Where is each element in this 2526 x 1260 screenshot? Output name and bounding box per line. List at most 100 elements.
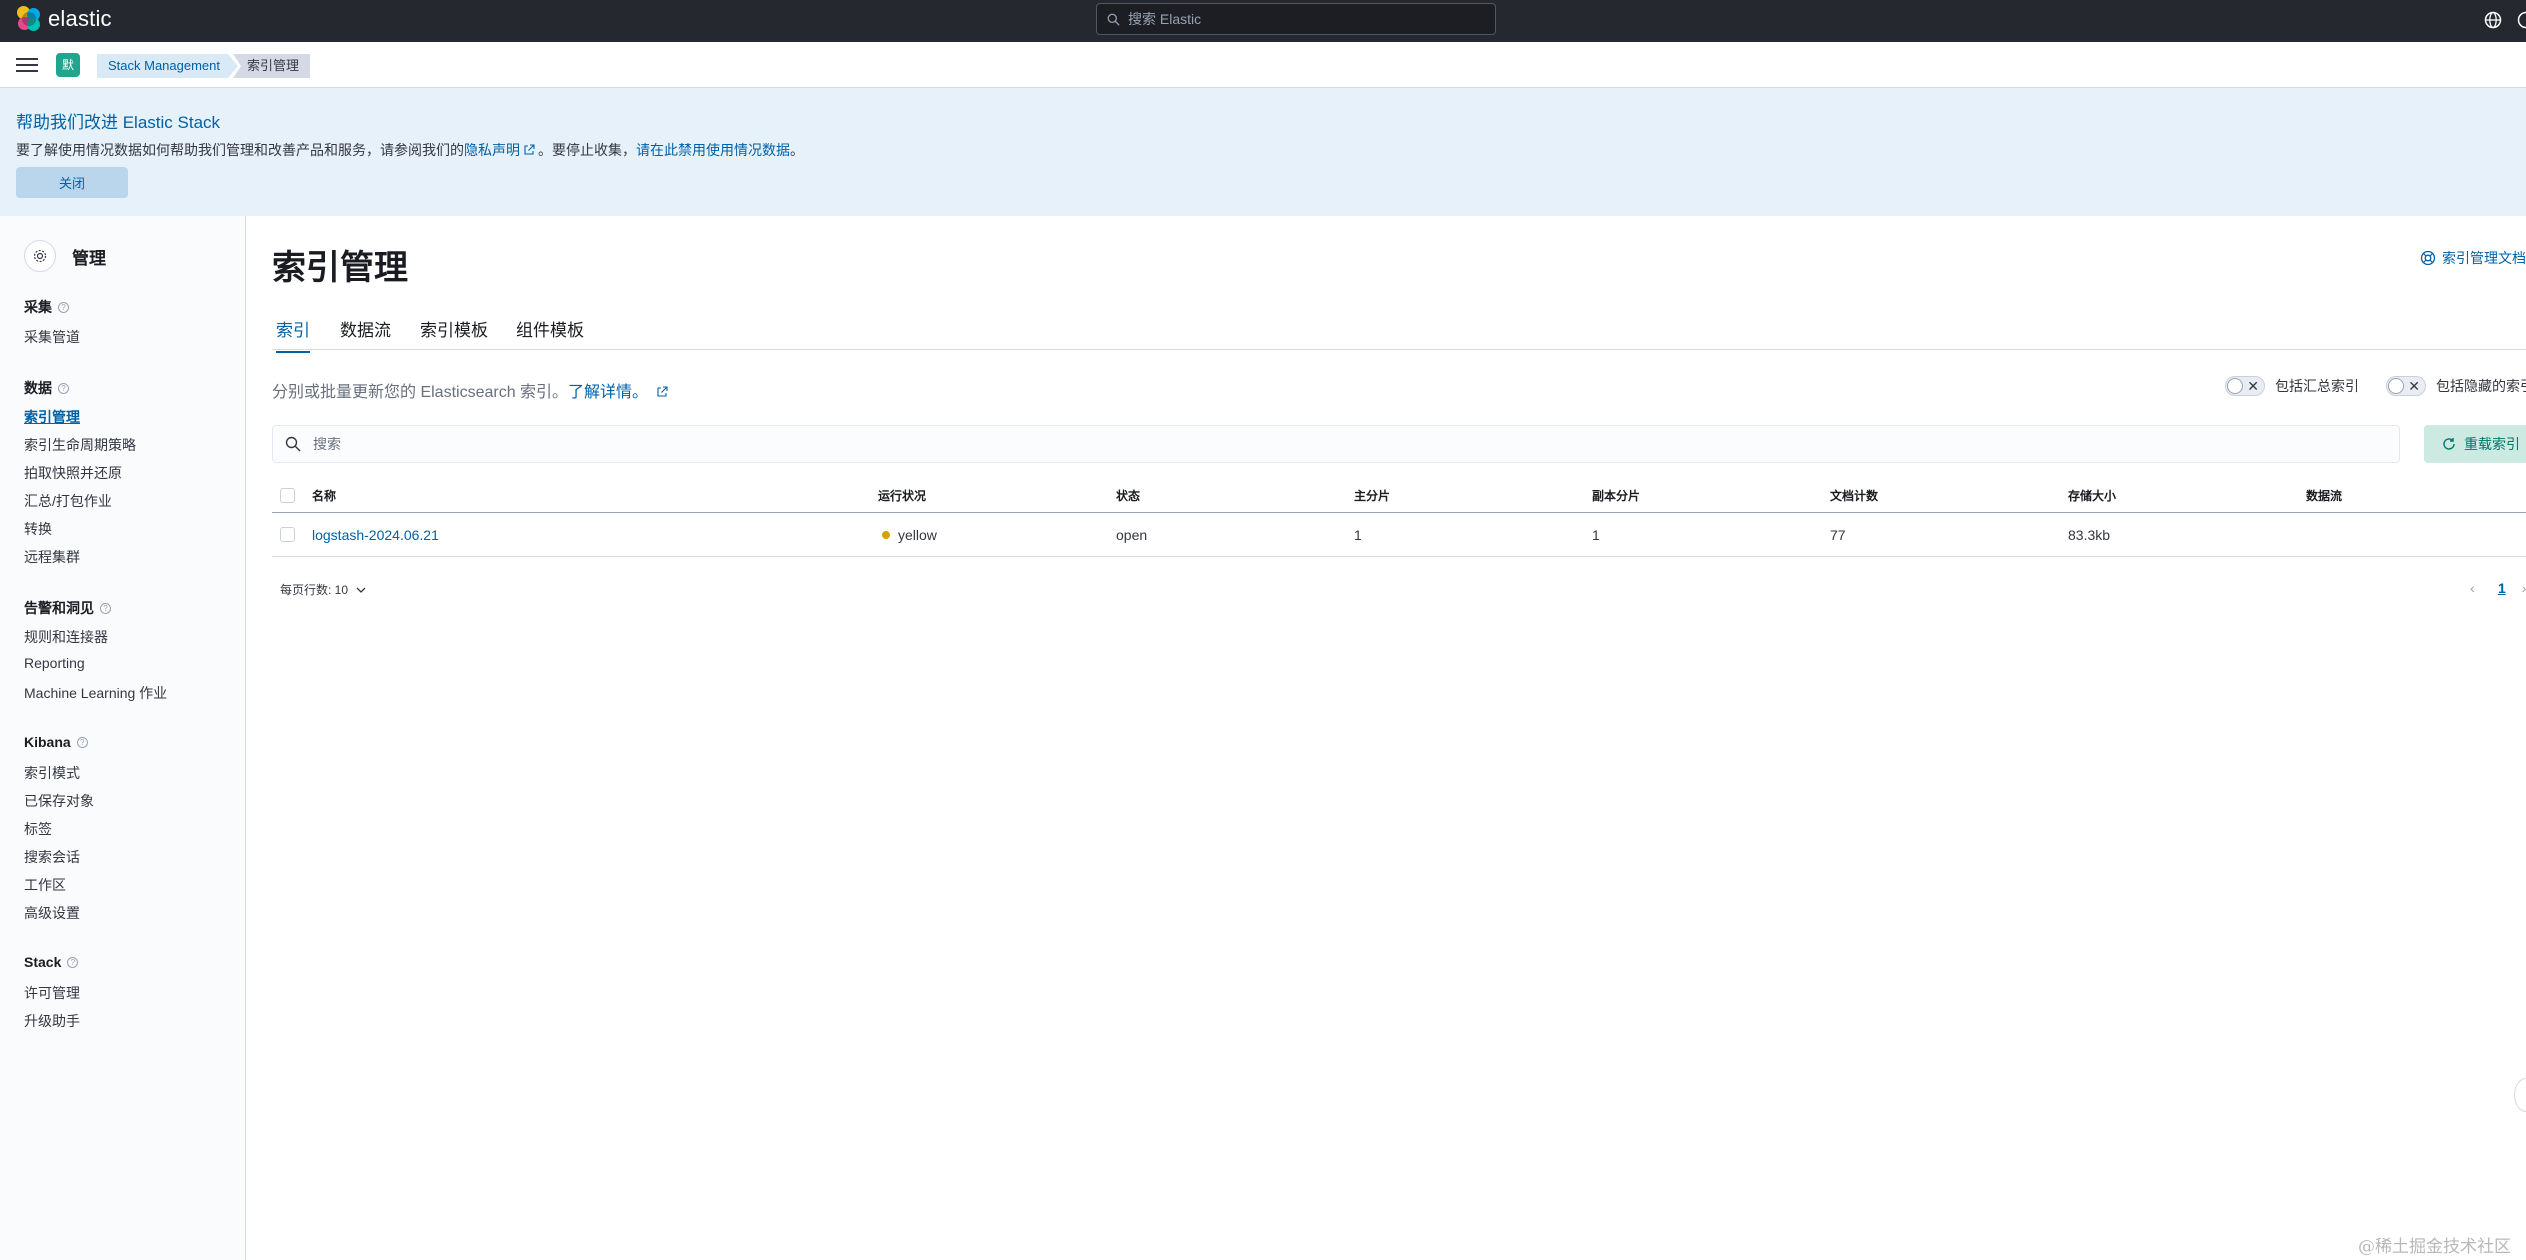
external-link-icon	[524, 144, 535, 155]
help-icon: ?	[58, 301, 69, 313]
refresh-icon	[2443, 438, 2455, 450]
health-cell: yellow	[882, 513, 937, 556]
sidebar-item-snapshot-restore[interactable]: 拍取快照并还原	[24, 463, 122, 483]
breadcrumb-current: 索引管理	[233, 54, 311, 78]
sidebar-item-tags[interactable]: 标签	[24, 819, 52, 839]
storage-size-cell: 83.3kb	[2068, 526, 2111, 543]
index-name-link[interactable]: logstash-2024.06.21	[312, 527, 439, 543]
sidebar-item-index-patterns[interactable]: 索引模式	[24, 763, 80, 783]
help-icon: ?	[67, 956, 79, 968]
global-search-box[interactable]	[1096, 3, 1496, 35]
pagination: ‹ 1 ›	[2470, 580, 2526, 596]
watermark: @稀土掘金技术社区	[2358, 1237, 2511, 1257]
help-icon: ?	[100, 602, 111, 614]
elastic-logo-icon	[16, 6, 42, 32]
privacy-link[interactable]: 隐私声明	[464, 142, 520, 158]
index-management-tabs: 索引 数据流 索引模板 组件模板	[272, 306, 2526, 353]
help-icon[interactable]	[2516, 10, 2526, 30]
column-header-primaries[interactable]: 主分片	[1354, 479, 1390, 512]
index-search-input[interactable]	[313, 436, 2213, 452]
table-row: logstash-2024.06.21 yellow open 1 1 77 8…	[272, 513, 2526, 557]
index-search-box[interactable]	[272, 425, 2400, 463]
row-checkbox[interactable]	[280, 513, 295, 556]
column-header-name[interactable]: 名称	[312, 479, 336, 512]
column-header-replicas[interactable]: 副本分片	[1592, 479, 1640, 512]
previous-page-icon[interactable]: ‹	[2470, 580, 2484, 596]
sidebar-item-reporting[interactable]: Reporting	[24, 655, 85, 671]
gear-icon	[24, 240, 56, 272]
global-search-input[interactable]	[1128, 11, 1468, 27]
tab-component-templates[interactable]: 组件模板	[516, 316, 584, 351]
sidebar-title: 管理	[72, 248, 106, 268]
learn-more-link[interactable]: 了解详情。	[568, 384, 648, 401]
column-header-docs-count[interactable]: 文档计数	[1830, 479, 1878, 512]
sidebar-group-alerts: 告警和洞见?	[24, 598, 111, 618]
include-hidden-toggle[interactable]: ✕ 包括隐藏的索引	[2386, 376, 2526, 396]
include-rollup-toggle[interactable]: ✕ 包括汇总索引	[2225, 376, 2359, 396]
replicas-cell: 1	[1592, 526, 1600, 543]
breadcrumb-stack-management[interactable]: Stack Management	[97, 54, 238, 78]
menu-toggle-icon[interactable]	[16, 55, 38, 75]
sidebar-group-kibana: Kibana?	[24, 734, 88, 750]
cross-icon: ✕	[2247, 378, 2259, 394]
banner-text: 要了解使用情况数据如何帮助我们管理和改善产品和服务，请参阅我们的隐私声明 。要停止…	[16, 142, 804, 158]
sidebar-item-saved-objects[interactable]: 已保存对象	[24, 791, 94, 811]
banner-title: 帮助我们改进 Elastic Stack	[16, 113, 221, 132]
tab-data-streams[interactable]: 数据流	[340, 316, 391, 351]
global-header: elastic	[0, 0, 2526, 42]
select-all-checkbox[interactable]	[280, 479, 295, 512]
sidebar-item-index-management[interactable]: 索引管理	[24, 407, 80, 427]
column-header-health[interactable]: 运行状况	[878, 479, 926, 512]
sidebar-item-ml-jobs[interactable]: Machine Learning 作业	[24, 683, 167, 703]
external-link-icon	[657, 386, 668, 397]
disable-usage-link[interactable]: 请在此禁用使用情况数据	[636, 142, 790, 158]
index-management-docs-link[interactable]: 索引管理文档	[2420, 248, 2526, 268]
sidebar-item-license-management[interactable]: 许可管理	[24, 983, 80, 1003]
help-icon: ?	[58, 382, 69, 394]
column-header-data-stream[interactable]: 数据流	[2306, 479, 2342, 512]
breadcrumb-bar: 默 Stack Management 索引管理	[0, 42, 2526, 88]
sidebar-item-spaces[interactable]: 工作区	[24, 875, 66, 895]
sidebar-item-ingest-pipelines[interactable]: 采集管道	[24, 327, 80, 347]
reload-indices-button[interactable]: 重载索引	[2424, 425, 2526, 463]
search-icon	[285, 436, 301, 452]
column-header-status[interactable]: 状态	[1116, 479, 1140, 512]
rollup-switch[interactable]: ✕	[2225, 376, 2265, 396]
space-avatar[interactable]: 默	[56, 53, 80, 77]
docs-count-cell: 77	[1830, 526, 1846, 543]
sidebar-item-remote-clusters[interactable]: 远程集群	[24, 547, 80, 567]
sidebar-item-upgrade-assistant[interactable]: 升级助手	[24, 1011, 80, 1031]
sidebar-item-rollup-jobs[interactable]: 汇总/打包作业	[24, 491, 112, 511]
page-title: 索引管理	[272, 249, 408, 287]
next-page-icon[interactable]: ›	[2522, 580, 2526, 596]
sidebar-item-search-sessions[interactable]: 搜索会话	[24, 847, 80, 867]
primaries-cell: 1	[1354, 526, 1362, 543]
column-header-storage-size[interactable]: 存储大小	[2068, 479, 2116, 512]
elastic-logo[interactable]: elastic	[16, 6, 112, 32]
logo-text: elastic	[48, 6, 112, 31]
cross-icon: ✕	[2408, 378, 2420, 394]
feedback-bubble[interactable]	[2514, 1078, 2526, 1112]
chevron-down-icon	[356, 587, 366, 593]
telemetry-banner: 帮助我们改进 Elastic Stack 要了解使用情况数据如何帮助我们管理和改…	[0, 88, 2526, 216]
sidebar-item-ilm-policies[interactable]: 索引生命周期策略	[24, 435, 136, 455]
rows-per-page-selector[interactable]: 每页行数: 10	[280, 581, 366, 598]
hidden-switch[interactable]: ✕	[2386, 376, 2426, 396]
tab-indices[interactable]: 索引	[276, 316, 310, 353]
health-status-dot	[882, 530, 890, 539]
sidebar-item-rules-connectors[interactable]: 规则和连接器	[24, 627, 108, 647]
status-cell: open	[1116, 526, 1148, 543]
page-description: 分别或批量更新您的 Elasticsearch 索引。了解详情。	[272, 378, 671, 402]
table-header: 名称 运行状况 状态 主分片 副本分片 文档计数 存储大小 数据流	[272, 479, 2526, 513]
indices-table: 名称 运行状况 状态 主分片 副本分片 文档计数 存储大小 数据流 logsta…	[272, 479, 2526, 557]
tab-index-templates[interactable]: 索引模板	[420, 316, 488, 351]
sidebar-item-advanced-settings[interactable]: 高级设置	[24, 903, 80, 923]
sidebar-group-data: 数据?	[24, 378, 69, 398]
globe-icon[interactable]	[2483, 10, 2503, 30]
documentation-icon	[2420, 250, 2436, 266]
sidebar-group-stack: Stack?	[24, 954, 79, 970]
banner-close-button[interactable]: 关闭	[16, 167, 128, 198]
page-number[interactable]: 1	[2498, 580, 2506, 596]
sidebar-item-transforms[interactable]: 转换	[24, 519, 52, 539]
search-icon	[1107, 13, 1120, 26]
